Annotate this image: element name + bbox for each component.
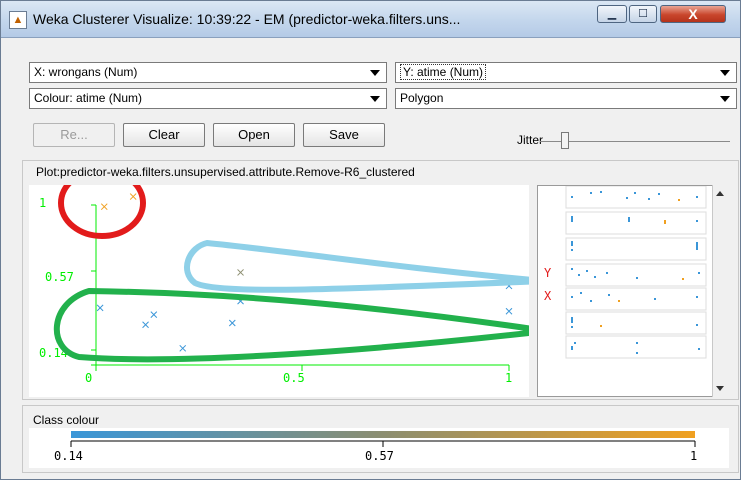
- strip-plot[interactable]: [565, 185, 707, 209]
- scatter-point[interactable]: [129, 193, 137, 200]
- attribute-matrix-panel[interactable]: Y X: [537, 185, 727, 397]
- jitter-slider-thumb[interactable]: [560, 132, 569, 149]
- attribute-strip-plots[interactable]: Y X: [538, 185, 714, 396]
- strip-plot[interactable]: [565, 287, 707, 311]
- colour-scale: 0.14 0.57 1: [54, 431, 697, 463]
- scroll-down-icon[interactable]: [716, 386, 724, 391]
- minimize-button[interactable]: ▁: [597, 5, 627, 23]
- close-button[interactable]: X: [660, 5, 726, 23]
- annotation-layer: [53, 167, 550, 363]
- x-tick-label: 1: [505, 371, 512, 385]
- matrix-scrollbar[interactable]: [712, 185, 728, 397]
- maximize-button[interactable]: ☐: [629, 5, 657, 23]
- y-axis-select-value: Y: atime (Num): [400, 64, 487, 80]
- class-colour-legend: 0.14 0.57 1: [29, 428, 729, 468]
- open-button[interactable]: Open: [213, 123, 295, 147]
- scatter-point[interactable]: [96, 304, 104, 312]
- colour-gradient-bar: [71, 431, 695, 438]
- green-annotation-loop: [53, 288, 550, 363]
- weka-app-icon[interactable]: ▲: [9, 11, 27, 29]
- window-title: Weka Clusterer Visualize: 10:39:22 - EM …: [33, 11, 461, 27]
- scale-tick-label: 0.14: [54, 449, 83, 463]
- y-axis-select[interactable]: Y: atime (Num): [395, 62, 737, 83]
- title-bar[interactable]: ▲ Weka Clusterer Visualize: 10:39:22 - E…: [1, 1, 740, 38]
- scatter-point[interactable]: [228, 319, 236, 327]
- save-button[interactable]: Save: [303, 123, 385, 147]
- colour-select[interactable]: Colour: atime (Num): [29, 88, 387, 109]
- y-tick-label: 1: [39, 196, 46, 210]
- matrix-x-marker: X: [544, 289, 552, 303]
- jitter-label: Jitter: [517, 133, 544, 147]
- strip-plot[interactable]: [565, 237, 707, 261]
- scatter-point[interactable]: [505, 307, 513, 315]
- plot-title: Plot:predictor-weka.filters.unsupervised…: [36, 165, 415, 179]
- scatter-point[interactable]: [237, 269, 244, 276]
- scatter-point[interactable]: [179, 344, 187, 352]
- scale-tick-label: 0.57: [365, 449, 394, 463]
- strip-plot[interactable]: [565, 263, 707, 287]
- strip-plot[interactable]: [565, 335, 707, 359]
- strip-plot[interactable]: [565, 311, 707, 335]
- chevron-down-icon: [720, 70, 730, 76]
- scatter-point[interactable]: [100, 203, 108, 211]
- scatter-plot[interactable]: 1 0.57 0.14 0 0.5 1: [29, 167, 550, 397]
- reset-button[interactable]: Re...: [33, 123, 115, 147]
- x-axis-select-value: X: wrongans (Num): [34, 65, 138, 79]
- red-annotation-ellipse: [58, 167, 146, 239]
- class-colour-label: Class colour: [33, 413, 100, 427]
- scroll-up-icon[interactable]: [716, 191, 724, 196]
- scatter-plot-area[interactable]: 1 0.57 0.14 0 0.5 1: [29, 167, 550, 397]
- x-axis-select[interactable]: X: wrongans (Num): [29, 62, 387, 83]
- chevron-down-icon: [720, 96, 730, 102]
- strip-plot[interactable]: [565, 211, 707, 235]
- scale-tick-label: 1: [690, 449, 697, 463]
- scatter-point[interactable]: [142, 321, 149, 329]
- blue-annotation-loop: [184, 240, 547, 293]
- colour-select-value: Colour: atime (Num): [34, 91, 143, 105]
- matrix-y-marker: Y: [544, 266, 552, 280]
- shape-select-value: Polygon: [400, 91, 444, 105]
- chevron-down-icon: [370, 70, 380, 76]
- x-tick-label: 0.5: [283, 371, 305, 385]
- scatter-point[interactable]: [150, 311, 158, 318]
- y-tick-label: 0.57: [45, 270, 74, 284]
- chevron-down-icon: [370, 96, 380, 102]
- shape-select[interactable]: Polygon: [395, 88, 737, 109]
- x-tick-label: 0: [85, 371, 92, 385]
- clear-button[interactable]: Clear: [123, 123, 205, 147]
